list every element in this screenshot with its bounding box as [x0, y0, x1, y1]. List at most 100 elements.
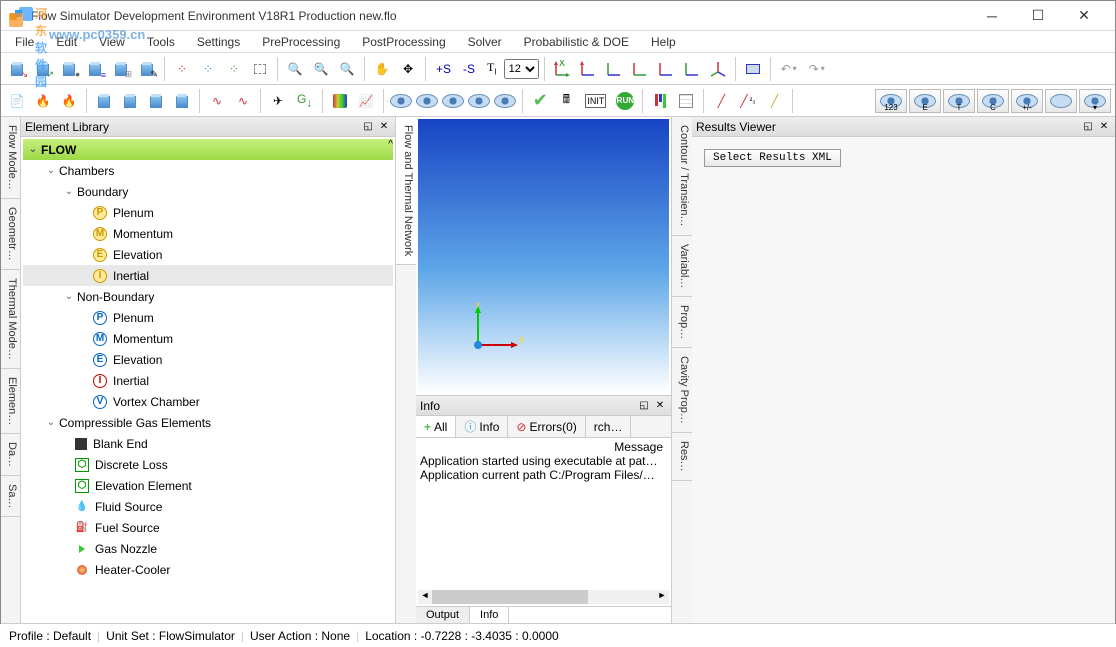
maximize-button[interactable]: ☐: [1015, 1, 1061, 31]
redo-tool[interactable]: ↷▾: [804, 57, 830, 81]
vtab-res[interactable]: Res…: [672, 433, 692, 481]
info-tab-info[interactable]: ⓘInfo: [456, 416, 508, 437]
panel-float-icon[interactable]: ◱: [361, 120, 375, 134]
box-tool-d[interactable]: [170, 89, 194, 113]
tree-row-fluid[interactable]: 💧Fluid Source: [23, 496, 393, 517]
axis-view-5[interactable]: [654, 57, 678, 81]
tree-row-chambers[interactable]: ⌄Chambers: [23, 160, 393, 181]
menu-postprocessing[interactable]: PostProcessing: [352, 33, 455, 51]
bars-tool[interactable]: [648, 89, 672, 113]
eye-tool-1[interactable]: [389, 89, 413, 113]
info-tab-rch[interactable]: rch…: [586, 416, 632, 437]
tree-row-cge[interactable]: ⌄Compressible Gas Elements: [23, 412, 393, 433]
vtab-sa[interactable]: Sa…: [1, 476, 20, 517]
eye-e-button[interactable]: E: [909, 89, 941, 113]
g-tool[interactable]: G↓: [292, 89, 317, 113]
info-body[interactable]: Message Application started using execut…: [416, 438, 671, 606]
flame-tool-2[interactable]: 🔥: [57, 89, 81, 113]
info-close-icon[interactable]: ✕: [653, 399, 667, 413]
tree-row-heater[interactable]: Heater-Cooler: [23, 559, 393, 580]
viewport-3d[interactable]: x y: [418, 119, 669, 393]
info-hscrollbar[interactable]: ◄ ►: [418, 590, 669, 604]
axis-view-6[interactable]: [680, 57, 704, 81]
box-tool-6[interactable]: ✎: [135, 57, 159, 81]
tree-row-nb-vortex[interactable]: VVortex Chamber: [23, 391, 393, 412]
zoom-in-tool[interactable]: 🔍: [283, 57, 307, 81]
axis-view-3[interactable]: [602, 57, 626, 81]
eye-123-button[interactable]: 123: [875, 89, 907, 113]
axis-iso-view[interactable]: [706, 57, 730, 81]
menu-file[interactable]: File: [5, 33, 44, 51]
close-button[interactable]: ✕: [1061, 1, 1107, 31]
line-tool-3[interactable]: ╱: [763, 89, 787, 113]
box-tool-2[interactable]: ↗: [31, 57, 55, 81]
select-results-xml-button[interactable]: Select Results XML: [704, 149, 841, 167]
tree-row-flow[interactable]: ⌄FLOW: [23, 139, 393, 160]
axis-view-4[interactable]: [628, 57, 652, 81]
menu-probabilistic[interactable]: Probabilistic & DOE: [514, 33, 639, 51]
vtab-contour[interactable]: Contour / Transien…: [672, 117, 692, 236]
eye-extra-1[interactable]: [1045, 89, 1077, 113]
vtab-prop[interactable]: Prop…: [672, 297, 692, 348]
rainbow-tool[interactable]: [328, 89, 352, 113]
btab-output[interactable]: Output: [416, 607, 470, 623]
results-close-icon[interactable]: ✕: [1097, 120, 1111, 134]
scatter-tool-2[interactable]: ⁘: [196, 57, 220, 81]
vtab-thermal[interactable]: Thermal Mode…: [1, 270, 20, 369]
box-tool-b[interactable]: [118, 89, 142, 113]
text-size-tool[interactable]: TI: [482, 57, 502, 81]
tree-row-boundary[interactable]: ⌄Boundary: [23, 181, 393, 202]
tree-row-fuel[interactable]: ⛽Fuel Source: [23, 517, 393, 538]
vtab-network[interactable]: Flow and Thermal Network: [396, 117, 416, 265]
eye-tool-3[interactable]: [441, 89, 465, 113]
menu-help[interactable]: Help: [641, 33, 686, 51]
box-tool-a[interactable]: [92, 89, 116, 113]
vtab-geometry[interactable]: Geometr…: [1, 199, 20, 270]
rect-select-tool[interactable]: [248, 57, 272, 81]
eye-tool-5[interactable]: [493, 89, 517, 113]
box-tool-3[interactable]: •: [57, 57, 81, 81]
line-tool-2[interactable]: ╱²₃: [735, 89, 760, 113]
vtab-variable[interactable]: Variabl…: [672, 236, 692, 297]
display-tool[interactable]: [741, 57, 765, 81]
box-tool-4[interactable]: ≡: [83, 57, 107, 81]
box-tool-c[interactable]: [144, 89, 168, 113]
box-tool-1[interactable]: ↘: [5, 57, 29, 81]
zoom-region-tool[interactable]: 🔍: [335, 57, 359, 81]
axis-view-2[interactable]: [576, 57, 600, 81]
minus-s-tool[interactable]: -S: [458, 57, 480, 81]
menu-settings[interactable]: Settings: [187, 33, 250, 51]
eye-pm-button[interactable]: +/-: [1011, 89, 1043, 113]
eye-extra-2[interactable]: ▾: [1079, 89, 1111, 113]
plane-tool[interactable]: ✈: [266, 89, 290, 113]
eye-c-button[interactable]: C: [977, 89, 1009, 113]
tree-row-gas[interactable]: Gas Nozzle: [23, 538, 393, 559]
menu-preprocessing[interactable]: PreProcessing: [252, 33, 350, 51]
move-tool[interactable]: ✥: [396, 57, 420, 81]
menu-solver[interactable]: Solver: [458, 33, 512, 51]
vtab-cavity[interactable]: Cavity Prop…: [672, 348, 692, 433]
curve-tool-1[interactable]: ∿: [205, 89, 229, 113]
chart-tool[interactable]: 📈: [354, 89, 378, 113]
scatter-tool-3[interactable]: ⁘: [222, 57, 246, 81]
info-float-icon[interactable]: ◱: [637, 399, 651, 413]
tree-row-blank[interactable]: Blank End: [23, 433, 393, 454]
menu-tools[interactable]: Tools: [137, 33, 185, 51]
tree-row-nb-plenum[interactable]: PPlenum: [23, 307, 393, 328]
btab-info[interactable]: Info: [470, 607, 509, 623]
zoom-out-tool[interactable]: 🔍-: [309, 57, 333, 81]
element-tree[interactable]: ^ ⌄FLOW ⌄Chambers ⌄Boundary PPlenum MMom…: [21, 137, 395, 623]
flame-tool-1[interactable]: 🔥: [31, 89, 55, 113]
axis-view-1[interactable]: x: [550, 57, 574, 81]
line-tool-1[interactable]: ╱: [709, 89, 733, 113]
vtab-da[interactable]: Da…: [1, 434, 20, 476]
info-tab-errors[interactable]: ⊘Errors(0): [508, 416, 585, 437]
tree-row-nb-momentum[interactable]: MMomentum: [23, 328, 393, 349]
check-tool[interactable]: ✔: [528, 89, 552, 113]
results-float-icon[interactable]: ◱: [1081, 120, 1095, 134]
box-tool-5[interactable]: ⊞: [109, 57, 133, 81]
tree-row-nonboundary[interactable]: ⌄Non-Boundary: [23, 286, 393, 307]
plus-s-tool[interactable]: +S: [431, 57, 456, 81]
init-tool[interactable]: INIT: [580, 89, 611, 113]
tree-row-nb-elevation[interactable]: EElevation: [23, 349, 393, 370]
